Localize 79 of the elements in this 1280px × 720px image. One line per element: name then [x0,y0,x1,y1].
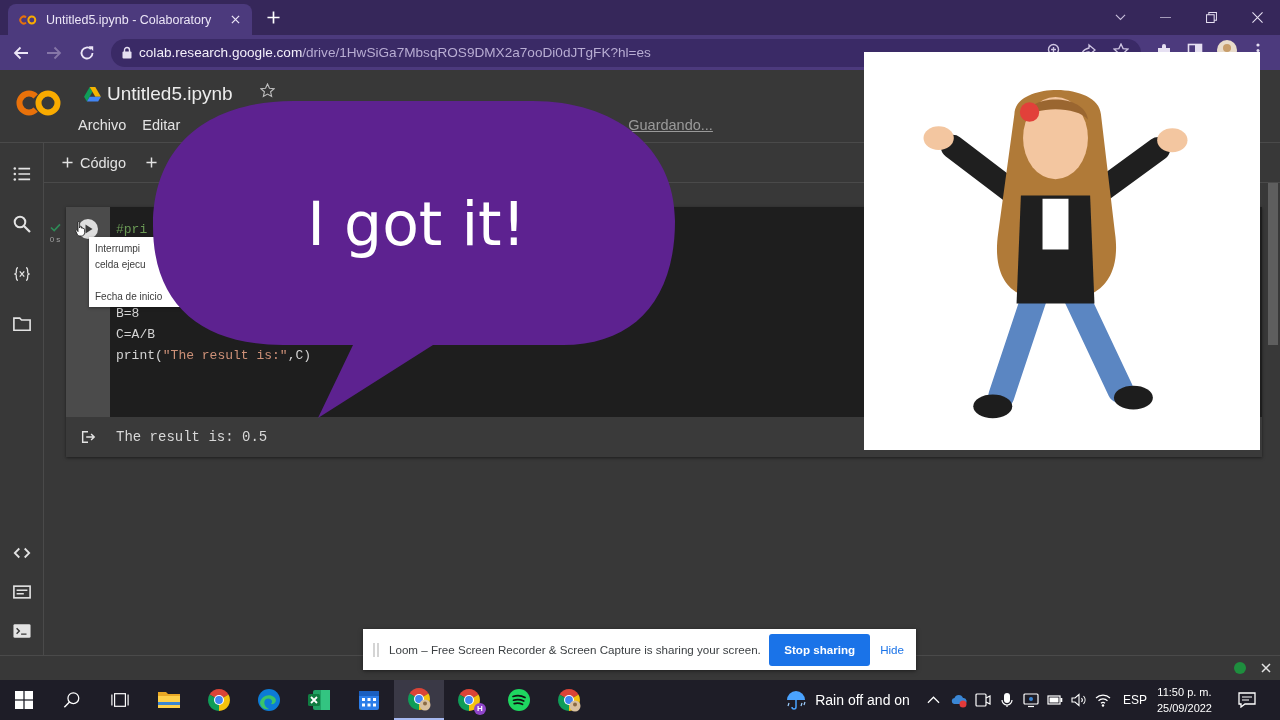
notebook-title[interactable]: Untitled5.ipynb [107,83,233,105]
speaker-icon[interactable] [1070,692,1087,708]
taskbar-app-button[interactable] [394,680,444,720]
close-icon[interactable] [1261,663,1271,673]
share-message: Loom – Free Screen Recorder & Screen Capture is sharing your screen. [389,643,761,656]
clock-date[interactable]: 25/09/2022 [1156,700,1212,716]
browser-tab[interactable]: Untitled5.ipynb - Colaboratory [8,4,252,35]
save-status-link[interactable]: Guardando... [628,117,713,133]
task-view-icon[interactable] [111,691,129,709]
star-icon[interactable] [259,82,275,98]
code-line: B=8 [116,305,140,323]
terminal-icon[interactable] [12,622,31,640]
sidebar-icon[interactable] [1187,43,1203,52]
input-language[interactable]: ESP [1122,693,1147,707]
restore-icon[interactable] [1205,12,1217,23]
url-text: colab.research.google.com/drive/1HwSiGa7MbsqROS9DMX2a7ooDi0dJTgFK?hl=es [139,45,651,60]
close-icon[interactable] [231,15,240,24]
elapsed-time: 0 s [49,235,61,244]
microphone-icon[interactable] [998,692,1015,708]
drive-icon [84,86,101,102]
cloud-icon[interactable] [950,692,967,708]
variables-icon[interactable] [12,265,31,283]
output-icon[interactable] [80,429,96,445]
wifi-icon[interactable] [1094,692,1111,708]
scrollbar-thumb[interactable] [1268,183,1278,345]
new-tab-icon[interactable] [267,11,280,24]
share-icon[interactable] [1080,43,1096,52]
chrome-icon [557,688,581,712]
command-palette-icon[interactable] [12,583,31,601]
puzzle-icon[interactable] [1156,43,1172,52]
colab-logo-icon[interactable] [16,89,62,117]
table-of-contents-icon[interactable] [12,165,31,183]
chrome-icon [207,688,231,712]
menu-dots-icon[interactable] [1256,43,1260,52]
output-text: The result is: 0.5 [116,429,268,445]
video-camera-icon[interactable] [974,692,991,708]
add-code-button[interactable]: Código [62,154,126,171]
close-icon[interactable] [1251,12,1263,23]
spotify-icon [507,688,531,712]
umbrella-rain-icon[interactable] [785,689,808,711]
plus-icon[interactable] [145,157,157,168]
profile-badge: H [474,703,486,715]
chrome-icon [407,687,431,711]
back-arrow-icon[interactable] [13,44,29,61]
tooltip-text: Fecha de inicio [95,290,163,304]
notification-icon[interactable] [1238,692,1256,708]
chrome-icon [457,688,481,712]
lock-icon [122,46,132,59]
status-dot-icon [1234,662,1246,674]
excel-icon [307,688,331,712]
code-line: #pri [116,221,148,239]
reload-icon[interactable] [79,44,95,61]
search-icon[interactable] [12,215,31,233]
hide-link[interactable]: Hide [880,643,904,656]
edge-icon [257,688,281,712]
chevron-up-icon[interactable] [926,696,940,704]
code-line: C=A/B [116,326,155,344]
stop-sharing-button[interactable]: Stop sharing [769,633,871,666]
calendar-icon [357,688,381,712]
hand-cursor-icon [75,221,87,237]
star-icon[interactable] [1113,43,1129,52]
weather-text[interactable]: Rain off and on [815,692,910,708]
display-icon[interactable] [1022,692,1039,708]
taskbar-app-button[interactable]: H [444,680,494,720]
minimize-icon[interactable] [1159,16,1171,19]
battery-icon[interactable] [1046,692,1063,708]
tooltip-text: celda ejecu [95,258,146,272]
drag-handle-icon[interactable] [373,642,379,657]
chevron-down-icon[interactable] [1114,14,1126,21]
code-line: print("The result is:",C) [116,347,312,365]
menu-item[interactable]: Editar [142,117,181,133]
menu-item[interactable]: Archivo [78,117,127,133]
search-icon[interactable] [63,691,81,709]
folder-icon[interactable] [12,315,31,333]
windows-start-icon[interactable] [15,691,33,709]
tooltip-text: Interrumpi [95,242,140,256]
plus-icon [62,157,73,168]
clock-time[interactable]: 11:50 p. m. [1157,684,1212,700]
colab-logo-icon [19,14,37,25]
